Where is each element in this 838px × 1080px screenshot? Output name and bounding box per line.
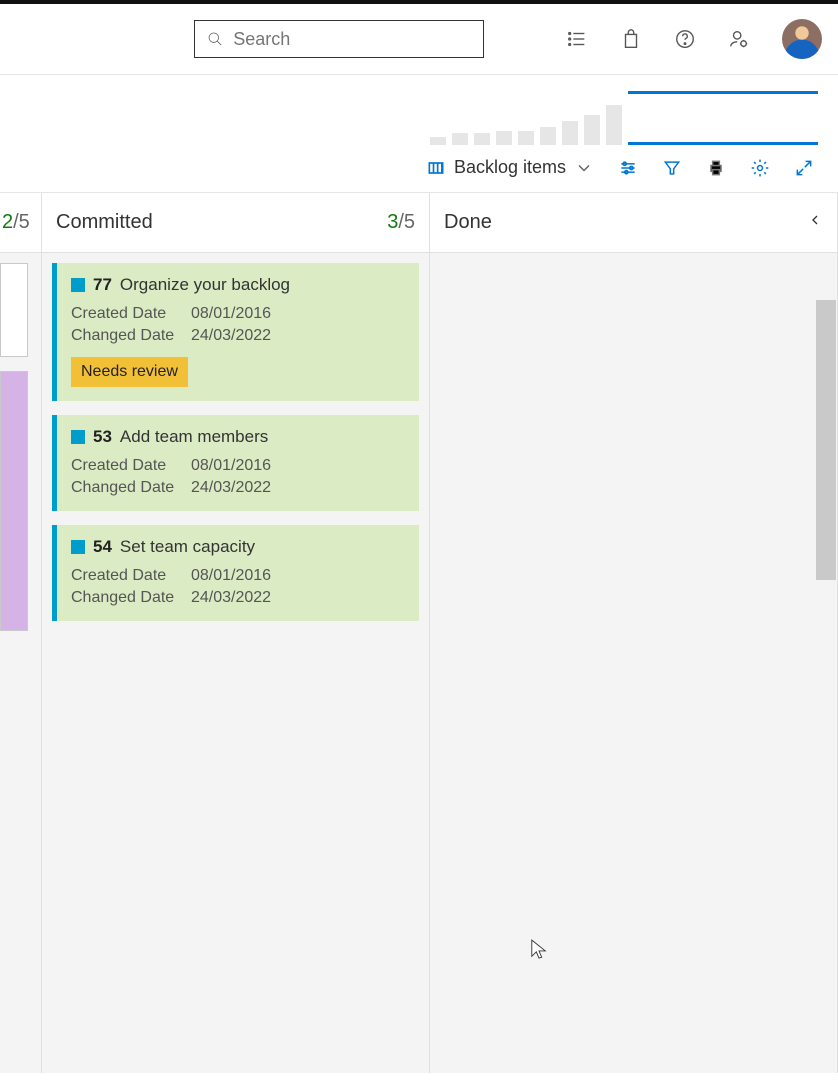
- shopping-bag-icon[interactable]: [620, 28, 642, 50]
- created-label: Created Date: [71, 567, 191, 585]
- created-value: 08/01/2016: [191, 305, 405, 323]
- changed-label: Changed Date: [71, 327, 191, 345]
- column-done: Done: [430, 193, 838, 1073]
- search-input[interactable]: [233, 29, 471, 50]
- chevron-down-icon: [574, 158, 594, 178]
- created-value: 08/01/2016: [191, 457, 405, 475]
- work-item-id: 53: [93, 427, 112, 447]
- work-item-card[interactable]: 53 Add team members Created Date 08/01/2…: [52, 415, 419, 511]
- count: 3/5: [387, 211, 415, 234]
- bar-chart[interactable]: [430, 91, 622, 145]
- kanban-board: 2/5 Committed 3/5 77 Organize your backl…: [0, 193, 838, 1073]
- created-label: Created Date: [71, 457, 191, 475]
- view-selector[interactable]: Backlog items: [426, 157, 594, 178]
- work-item-card[interactable]: 54 Set team capacity Created Date 08/01/…: [52, 525, 419, 621]
- changed-label: Changed Date: [71, 589, 191, 607]
- print-icon[interactable]: [706, 158, 726, 178]
- column-committed-header: Committed 3/5: [42, 193, 429, 253]
- created-value: 08/01/2016: [191, 567, 405, 585]
- work-item-icon: [71, 430, 85, 444]
- avatar[interactable]: [782, 19, 822, 59]
- collapse-column-button[interactable]: [807, 211, 823, 234]
- column-title: Committed: [56, 211, 153, 234]
- chart-row: [0, 75, 838, 145]
- column-previous: 2/5: [0, 193, 42, 1073]
- changed-value: 24/03/2022: [191, 479, 405, 497]
- column-title: Done: [444, 211, 492, 234]
- changed-label: Changed Date: [71, 479, 191, 497]
- settings-sliders-icon[interactable]: [618, 158, 638, 178]
- card-list: 77 Organize your backlog Created Date 08…: [42, 253, 429, 631]
- board-icon: [426, 158, 446, 178]
- work-item-card[interactable]: 77 Organize your backlog Created Date 08…: [52, 263, 419, 401]
- card-peek-purple[interactable]: [0, 371, 28, 631]
- work-item-icon: [71, 278, 85, 292]
- burndown-chart[interactable]: [628, 91, 818, 145]
- column-committed: Committed 3/5 77 Organize your backlog C…: [42, 193, 430, 1073]
- list-icon[interactable]: [566, 28, 588, 50]
- mouse-cursor-icon: [530, 938, 548, 962]
- filter-icon[interactable]: [662, 158, 682, 178]
- search-box[interactable]: [194, 20, 484, 58]
- work-item-title: Add team members: [120, 427, 268, 447]
- count: 2/5: [2, 211, 30, 234]
- created-label: Created Date: [71, 305, 191, 323]
- work-item-id: 77: [93, 275, 112, 295]
- gear-icon[interactable]: [750, 158, 770, 178]
- card-peek[interactable]: [0, 263, 28, 357]
- top-bar: [0, 0, 838, 75]
- board-toolbar: Backlog items: [0, 145, 838, 193]
- fullscreen-icon[interactable]: [794, 158, 814, 178]
- work-item-title: Set team capacity: [120, 537, 255, 557]
- work-item-title: Organize your backlog: [120, 275, 290, 295]
- search-icon: [207, 30, 223, 48]
- avatar-image: [782, 19, 822, 59]
- work-item-icon: [71, 540, 85, 554]
- column-previous-header: 2/5: [0, 193, 41, 253]
- vertical-scrollbar[interactable]: [816, 300, 836, 580]
- help-icon[interactable]: [674, 28, 696, 50]
- top-icons: [566, 19, 822, 59]
- column-done-header: Done: [430, 193, 837, 253]
- user-settings-icon[interactable]: [728, 28, 750, 50]
- view-label: Backlog items: [454, 157, 566, 178]
- work-item-id: 54: [93, 537, 112, 557]
- changed-value: 24/03/2022: [191, 327, 405, 345]
- tag-needs-review[interactable]: Needs review: [71, 357, 188, 387]
- changed-value: 24/03/2022: [191, 589, 405, 607]
